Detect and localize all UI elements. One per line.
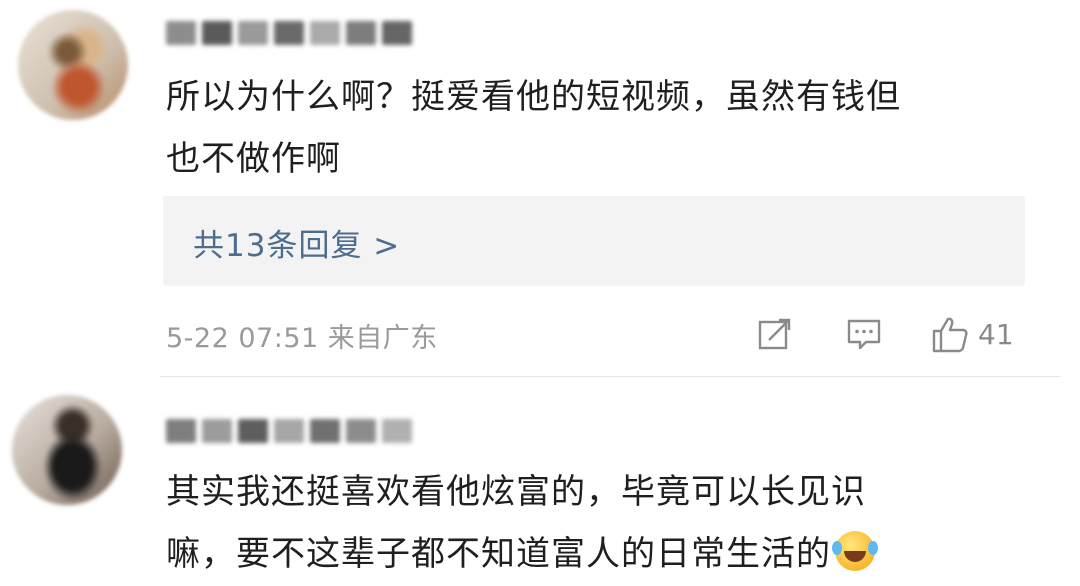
like-icon [932,317,968,353]
comment-text: 所以为什么啊？挺爱看他的短视频，虽然有钱但 也不做作啊 [166,66,1026,190]
comment-line-text: 嘛，要不这辈子都不知道富人的日常生活的 [166,534,831,574]
repost-button[interactable] [757,312,793,356]
comment-icon [847,319,881,350]
username-blurred[interactable] [166,20,412,46]
comment-line: 其实我还挺喜欢看他炫富的，毕竟可以长见识 [166,472,866,512]
view-replies-link[interactable]: 共13条回复 > [193,220,400,265]
comment-meta: 5-22 07:51 来自广东 [166,323,438,354]
laughing-crying-emoji-icon [832,531,875,571]
like-count: 41 [978,317,1014,351]
comment-feed: 所以为什么啊？挺爱看他的短视频，虽然有钱但 也不做作啊 共13条回复 > 5-2… [0,0,1080,586]
reply-summary-box[interactable]: 共13条回复 > [163,196,1025,286]
like-button[interactable]: 41 [930,312,1014,356]
comment-text: 其实我还挺喜欢看他炫富的，毕竟可以长见识 嘛，要不这辈子都不知道富人的日常生活的 [166,461,1026,585]
username-blurred[interactable] [166,418,412,444]
avatar[interactable] [12,395,122,505]
comment-item: 所以为什么啊？挺爱看他的短视频，虽然有钱但 也不做作啊 共13条回复 > 5-2… [0,0,1080,376]
avatar[interactable] [18,10,128,120]
comment-button[interactable] [846,312,882,356]
repost-icon [758,318,791,350]
comment-item: 其实我还挺喜欢看他炫富的，毕竟可以长见识 嘛，要不这辈子都不知道富人的日常生活的 [0,377,1080,586]
comment-line: 所以为什么啊？挺爱看他的短视频，虽然有钱但 [166,77,901,117]
comment-line: 嘛，要不这辈子都不知道富人的日常生活的 [166,523,1026,585]
comment-line: 也不做作啊 [166,139,341,179]
